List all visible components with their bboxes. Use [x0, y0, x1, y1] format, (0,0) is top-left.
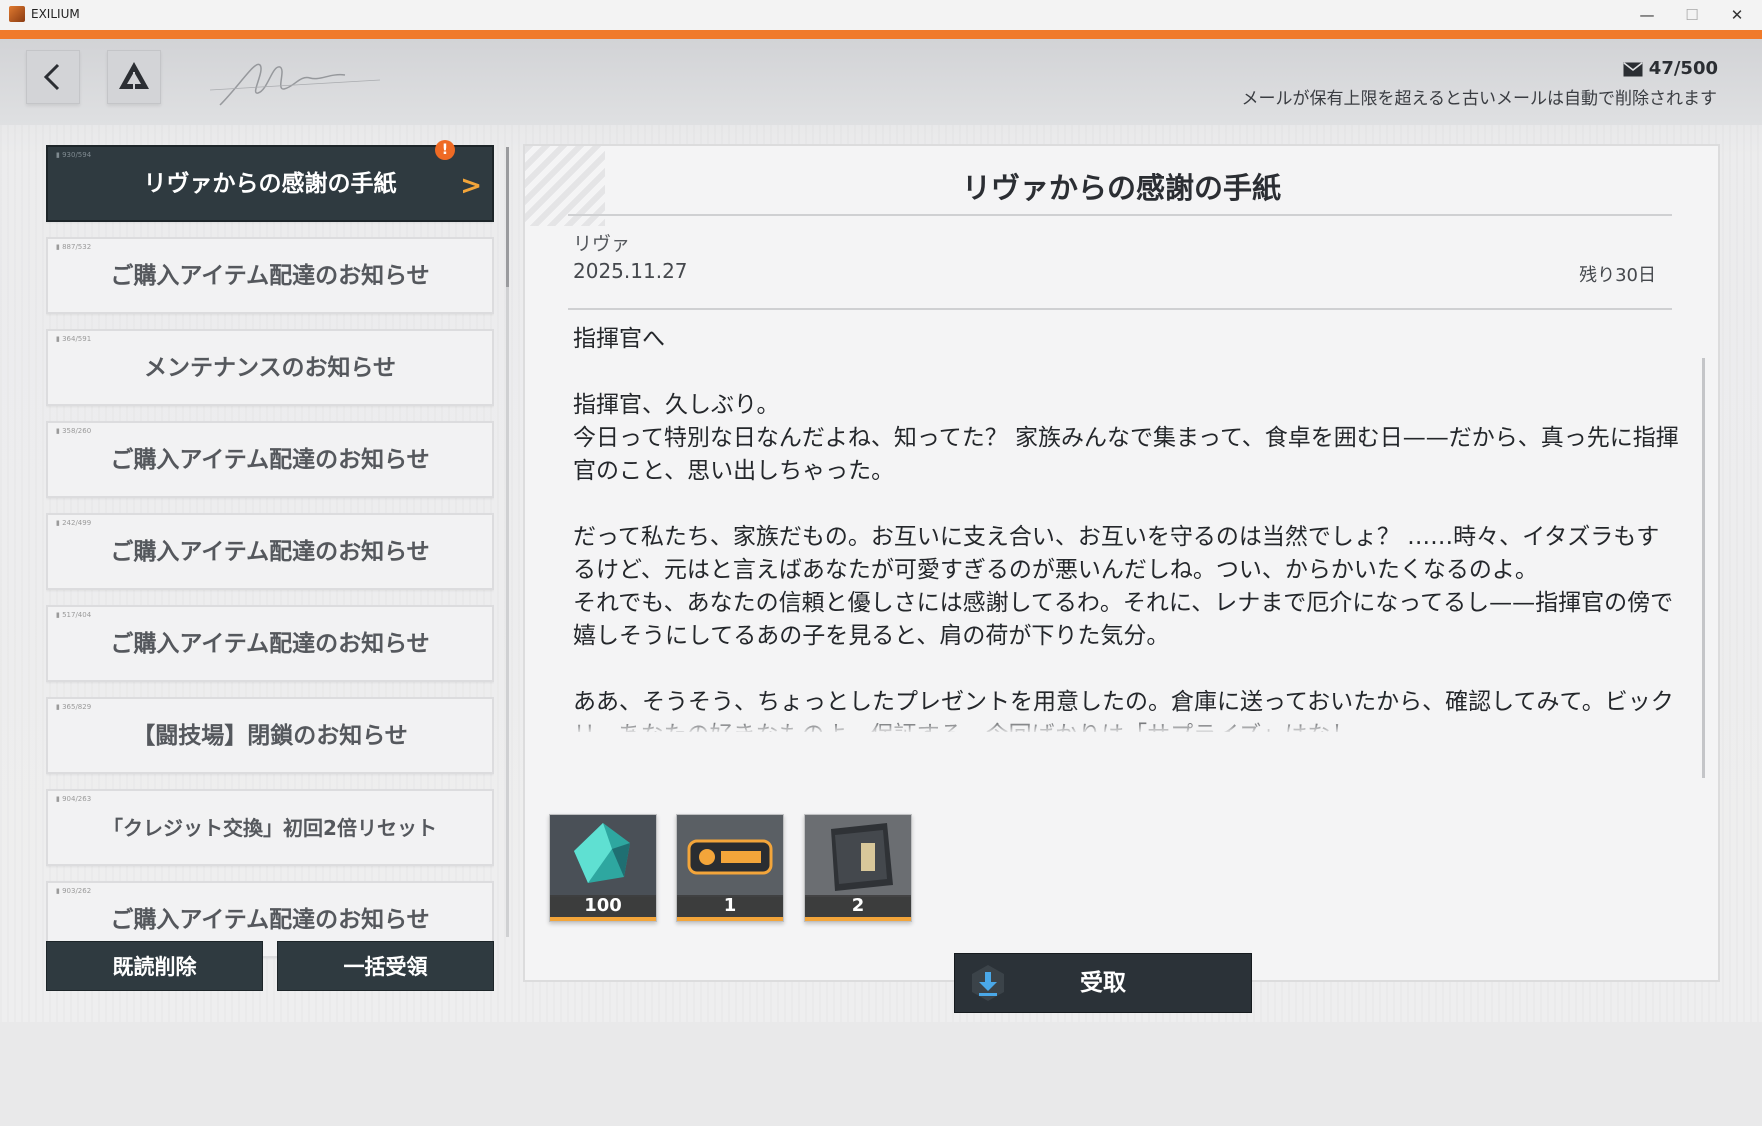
reward-item[interactable]: 2: [804, 814, 912, 922]
divider: [568, 214, 1672, 216]
signature-decoration: [210, 63, 380, 106]
mail-limit-note: メールが保有上限を超えると古いメールは自動で削除されます: [1241, 89, 1718, 109]
mail-count-text: 47/500: [1648, 58, 1718, 79]
footer-decoration: [0, 1004, 1762, 1022]
close-window-button[interactable]: ✕: [1717, 4, 1757, 26]
mail-list-item-label: 「クレジット交換」初回2倍リセット: [103, 815, 437, 840]
mail-list: ▮ 930/594 リヴァからの感謝の手紙 > ▮ 887/532 ご購入アイテ…: [46, 145, 494, 960]
divider: [568, 308, 1672, 310]
reward-item[interactable]: 100: [549, 814, 657, 922]
rarity-bar: [677, 917, 783, 921]
unread-alert-badge: !: [435, 140, 455, 160]
rarity-bar: [550, 917, 656, 921]
reward-quantity: 100: [550, 895, 656, 917]
mail-list-item[interactable]: ▮ 365/829 【闘技場】閉鎖のお知らせ: [46, 697, 494, 774]
claim-all-button[interactable]: 一括受領: [277, 941, 494, 991]
chevron-right-icon: >: [460, 171, 482, 201]
mail-list-item[interactable]: ▮ 887/532 ご購入アイテム配達のお知らせ: [46, 237, 494, 314]
mail-list-item[interactable]: ▮ 242/499 ご購入アイテム配達のお知らせ: [46, 513, 494, 590]
mail-list-item-label: 【闘技場】閉鎖のお知らせ: [132, 722, 408, 749]
reward-quantity: 2: [805, 895, 911, 917]
mail-list-scroll-thumb[interactable]: [506, 147, 509, 287]
mail-screen: 47/500 メールが保有上限を超えると古いメールは自動で削除されます ! ▮ …: [0, 39, 1762, 1022]
header-accent-strip: [0, 30, 1762, 39]
mail-list-item-label: ご購入アイテム配達のお知らせ: [110, 262, 430, 289]
back-button[interactable]: [26, 50, 80, 104]
window-title: EXILIUM: [31, 7, 80, 21]
mail-sender: リヴァ: [573, 233, 631, 255]
mail-body-scrollbar[interactable]: [1702, 358, 1705, 778]
crystal-icon: [550, 815, 656, 897]
mail-date: 2025.11.27: [573, 259, 688, 283]
mail-list-item-label: ご購入アイテム配達のお知らせ: [110, 538, 430, 565]
mail-title: リヴァからの感謝の手紙: [961, 171, 1281, 205]
mail-list-item-label: メンテナンスのお知らせ: [143, 354, 397, 381]
maximize-button[interactable]: ☐: [1672, 4, 1712, 26]
mail-list-item[interactable]: ▮ 358/260 ご購入アイテム配達のお知らせ: [46, 421, 494, 498]
mail-list-item-label: ご購入アイテム配達のお知らせ: [110, 446, 430, 473]
ticket-icon: [677, 815, 783, 897]
delete-read-button[interactable]: 既読削除: [46, 941, 263, 991]
mail-list-item[interactable]: ▮ 904/263 「クレジット交換」初回2倍リセット: [46, 789, 494, 866]
mail-body-fade: [573, 716, 1681, 734]
mail-list-item-label: リヴァからの感謝の手紙: [143, 170, 397, 197]
envelope-icon: [1623, 62, 1643, 77]
reward-item[interactable]: 1: [676, 814, 784, 922]
rarity-bar: [805, 917, 911, 921]
minimize-button[interactable]: —: [1627, 4, 1667, 26]
home-button[interactable]: [107, 50, 161, 104]
window-titlebar: EXILIUM — ☐ ✕: [0, 0, 1762, 31]
mail-list-item-label: ご購入アイテム配達のお知らせ: [110, 630, 430, 657]
home-logo-icon: [119, 62, 149, 89]
mail-list-item[interactable]: ▮ 364/591 メンテナンスのお知らせ: [46, 329, 494, 406]
mail-counter: 47/500: [1623, 58, 1718, 79]
mail-remaining-days: 残り30日: [1579, 265, 1656, 286]
top-bar: 47/500 メールが保有上限を超えると古いメールは自動で削除されます: [0, 39, 1762, 125]
mail-detail-panel: リヴァからの感謝の手紙 リヴァ 2025.11.27 残り30日 指揮官へ 指揮…: [523, 144, 1720, 1013]
chevron-left-icon: [43, 63, 60, 91]
mail-body[interactable]: 指揮官へ 指揮官、久しぶり。 今日って特別な日なんだよね、知ってた？ 家族みんな…: [573, 323, 1681, 732]
supply-pack-icon: [805, 815, 911, 897]
reward-quantity: 1: [677, 895, 783, 917]
mail-list-item[interactable]: ▮ 517/404 ご購入アイテム配達のお知らせ: [46, 605, 494, 682]
mail-list-item[interactable]: ▮ 930/594 リヴァからの感謝の手紙 >: [46, 145, 494, 222]
app-icon: [9, 6, 25, 22]
